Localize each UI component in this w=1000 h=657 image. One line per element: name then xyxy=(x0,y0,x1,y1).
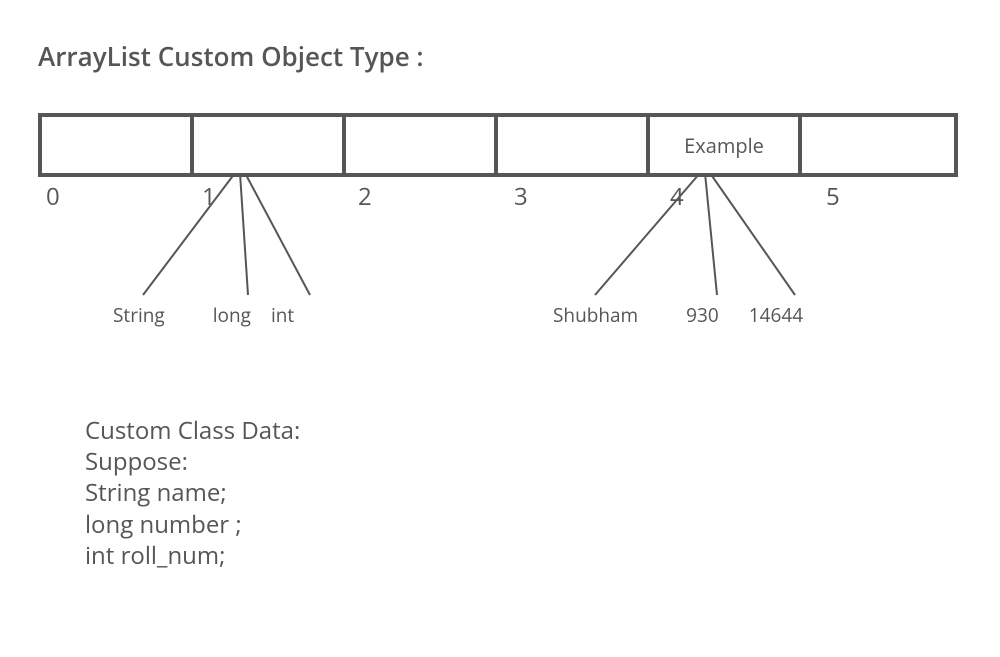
class-def-line-3: String name; xyxy=(85,477,300,508)
fork2-label-1: 930 xyxy=(686,302,719,328)
class-def-line-2: Suppose: xyxy=(85,446,300,477)
array-container: Example xyxy=(38,113,958,177)
fork2-label-0: Shubham xyxy=(553,302,638,328)
fork-lines-2 xyxy=(555,173,815,303)
class-def-line-1: Custom Class Data: xyxy=(85,415,300,446)
index-label-5: 5 xyxy=(818,180,974,213)
array-cell-0 xyxy=(42,117,194,173)
fork1-label-1: long xyxy=(213,302,251,328)
fork-labels-2: Shubham 930 14644 xyxy=(553,302,803,328)
fork-labels-1: String long int xyxy=(113,302,294,328)
fork1-label-0: String xyxy=(113,302,165,328)
class-definition-text: Custom Class Data: Suppose: String name;… xyxy=(85,415,300,571)
index-label-2: 2 xyxy=(350,180,506,213)
array-cell-5 xyxy=(802,117,954,173)
class-def-line-4: long number ; xyxy=(85,509,300,540)
fork2-label-2: 14644 xyxy=(749,302,803,328)
diagram-title: ArrayList Custom Object Type : xyxy=(38,38,424,74)
array-cell-3 xyxy=(498,117,650,173)
array-cell-2 xyxy=(346,117,498,173)
array-cell-4: Example xyxy=(650,117,802,173)
fork-lines-1 xyxy=(115,173,335,303)
array-cell-1 xyxy=(194,117,346,173)
fork1-label-2: int xyxy=(271,302,294,328)
class-def-line-5: int roll_num; xyxy=(85,540,300,571)
